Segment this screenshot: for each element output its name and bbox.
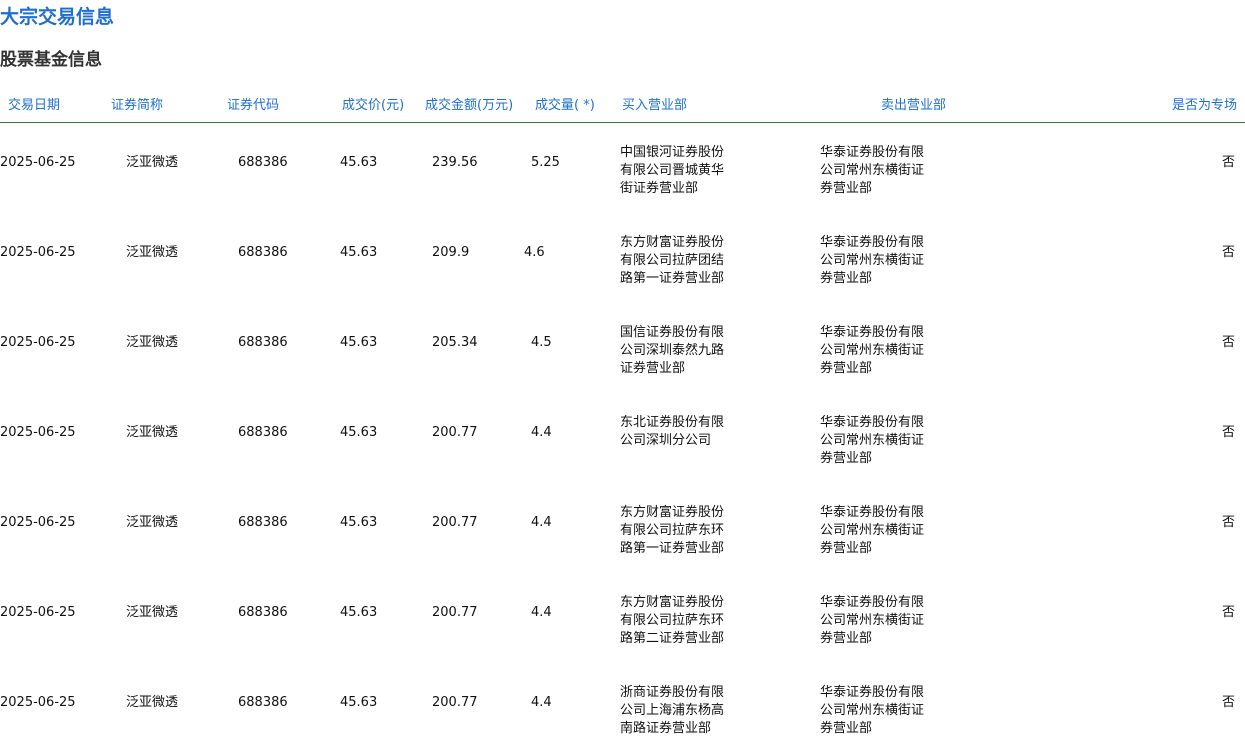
cell-amount: 200.77 [432,605,478,620]
cell-volume: 4.4 [531,425,552,440]
column-header-seller[interactable]: 卖出营业部 [881,96,946,116]
cell-price: 45.63 [340,695,378,710]
cell-name: 泛亚微透 [126,695,179,710]
cell-price: 45.63 [340,245,378,260]
cell-amount: 209.9 [432,245,470,260]
cell-buyer: 东方财富证券股份有限公司拉萨东环路第二证券营业部 [620,595,725,646]
cell-date: 2025-06-25 [0,155,76,170]
column-header-amount[interactable]: 成交金额(万元) [425,96,513,116]
table-row: 2025-06-25 泛亚微透 688386 45.63 200.77 4.4 … [0,484,1245,574]
table-header: 交易日期 证券简称 证券代码 成交价(元) 成交金额(万元) 成交量( *) 买… [0,96,1245,123]
cell-date: 2025-06-25 [0,425,76,440]
cell-code: 688386 [238,605,288,620]
column-header-buyer[interactable]: 买入营业部 [622,96,687,116]
cell-volume: 4.5 [531,335,552,350]
cell-name: 泛亚微透 [126,155,179,170]
cell-date: 2025-06-25 [0,605,76,620]
cell-volume: 4.4 [531,695,552,710]
section-title: 股票基金信息 [0,50,102,70]
cell-amount: 239.56 [432,155,478,170]
cell-special: 否 [1221,335,1235,350]
cell-seller: 华泰证券股份有限公司常州东横街证券营业部 [820,685,925,736]
cell-amount: 205.34 [432,335,478,350]
table-row: 2025-06-25 泛亚微透 688386 45.63 209.9 4.6 东… [0,214,1245,304]
cell-volume: 4.4 [531,605,552,620]
cell-name: 泛亚微透 [126,245,179,260]
cell-buyer: 浙商证券股份有限公司上海浦东杨高南路证券营业部 [620,685,725,736]
cell-code: 688386 [238,335,288,350]
cell-special: 否 [1221,245,1235,260]
page-title: 大宗交易信息 [0,6,115,28]
cell-volume: 5.25 [531,155,560,170]
cell-price: 45.63 [340,515,378,530]
column-header-price[interactable]: 成交价(元) [342,96,404,116]
cell-date: 2025-06-25 [0,515,76,530]
cell-price: 45.63 [340,335,378,350]
cell-seller: 华泰证券股份有限公司常州东横街证券营业部 [820,235,925,286]
column-header-volume[interactable]: 成交量( *) [535,96,595,116]
column-header-code[interactable]: 证券代码 [227,96,279,116]
table-row: 2025-06-25 泛亚微透 688386 45.63 239.56 5.25… [0,124,1245,214]
cell-volume: 4.6 [524,245,545,260]
cell-seller: 华泰证券股份有限公司常州东横街证券营业部 [820,145,925,196]
cell-code: 688386 [238,515,288,530]
table-row: 2025-06-25 泛亚微透 688386 45.63 200.77 4.4 … [0,574,1245,664]
cell-buyer: 东方财富证券股份有限公司拉萨团结路第一证券营业部 [620,235,725,286]
cell-buyer: 中国银河证券股份有限公司晋城黄华街证券营业部 [620,145,725,196]
column-header-name[interactable]: 证券简称 [111,96,163,116]
cell-special: 否 [1221,605,1235,620]
cell-volume: 4.4 [531,515,552,530]
cell-buyer: 东方财富证券股份有限公司拉萨东环路第一证券营业部 [620,505,725,556]
cell-name: 泛亚微透 [126,605,179,620]
cell-name: 泛亚微透 [126,425,179,440]
cell-code: 688386 [238,155,288,170]
cell-amount: 200.77 [432,425,478,440]
cell-name: 泛亚微透 [126,515,179,530]
cell-buyer: 国信证券股份有限公司深圳泰然九路证券营业部 [620,325,725,376]
column-header-date[interactable]: 交易日期 [8,96,60,116]
cell-date: 2025-06-25 [0,245,76,260]
cell-buyer: 东北证券股份有限公司深圳分公司 [620,415,725,448]
cell-seller: 华泰证券股份有限公司常州东横街证券营业部 [820,595,925,646]
cell-special: 否 [1221,155,1235,170]
cell-seller: 华泰证券股份有限公司常州东横街证券营业部 [820,325,925,376]
cell-date: 2025-06-25 [0,695,76,710]
cell-price: 45.63 [340,425,378,440]
cell-code: 688386 [238,695,288,710]
cell-price: 45.63 [340,155,378,170]
cell-special: 否 [1221,515,1235,530]
cell-amount: 200.77 [432,515,478,530]
cell-date: 2025-06-25 [0,335,76,350]
table-row: 2025-06-25 泛亚微透 688386 45.63 205.34 4.5 … [0,304,1245,394]
column-header-special[interactable]: 是否为专场 [1172,96,1237,116]
cell-name: 泛亚微透 [126,335,179,350]
table-row: 2025-06-25 泛亚微透 688386 45.63 200.77 4.4 … [0,664,1245,754]
cell-amount: 200.77 [432,695,478,710]
table-row: 2025-06-25 泛亚微透 688386 45.63 200.77 4.4 … [0,394,1245,484]
cell-price: 45.63 [340,605,378,620]
cell-seller: 华泰证券股份有限公司常州东横街证券营业部 [820,505,925,556]
cell-special: 否 [1221,425,1235,440]
cell-code: 688386 [238,245,288,260]
cell-seller: 华泰证券股份有限公司常州东横街证券营业部 [820,415,925,466]
cell-code: 688386 [238,425,288,440]
cell-special: 否 [1221,695,1235,710]
